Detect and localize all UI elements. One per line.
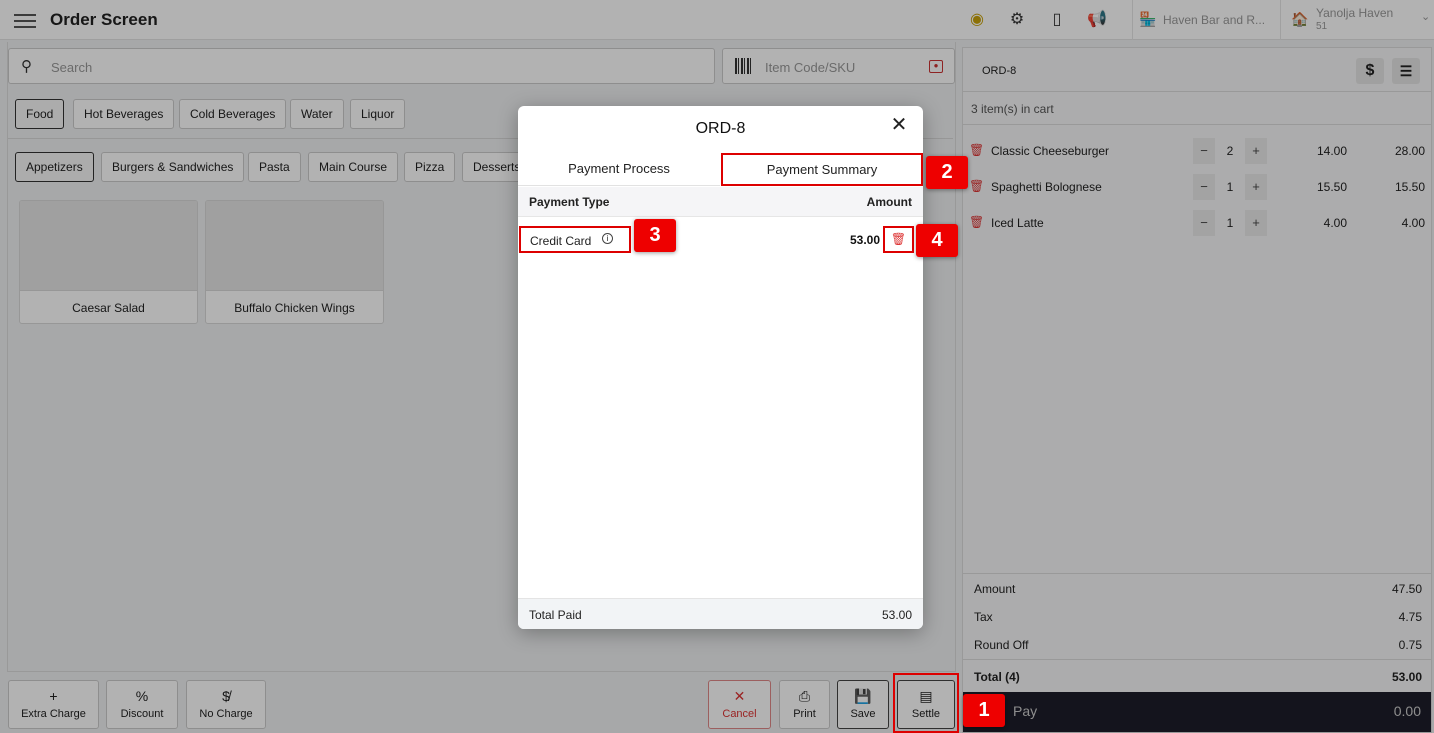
- payment-type-cell: Credit Card i: [519, 226, 631, 253]
- payment-amount: 53.00: [849, 233, 880, 247]
- callout-3: 3: [634, 219, 676, 252]
- payments-table-header: Payment Type Amount: [518, 187, 923, 217]
- column-amount: Amount: [866, 195, 912, 209]
- tab-payment-summary[interactable]: Payment Summary: [721, 153, 923, 186]
- dialog-title: ORD-8: [695, 120, 746, 137]
- delete-payment-button[interactable]: 🗑: [883, 226, 914, 253]
- payment-type-label: Credit Card: [530, 234, 592, 248]
- tab-payment-process[interactable]: Payment Process: [518, 153, 720, 186]
- total-paid-value: 53.00: [881, 608, 912, 622]
- callout-1: 1: [963, 694, 1005, 727]
- total-paid-row: Total Paid 53.00: [518, 598, 923, 629]
- column-payment-type: Payment Type: [529, 195, 610, 209]
- trash-icon: 🗑: [890, 232, 907, 246]
- payment-dialog: ORD-8 ✕ Payment Process Payment Summary …: [518, 106, 923, 629]
- close-icon[interactable]: ✕: [889, 115, 909, 136]
- callout-4: 4: [916, 224, 958, 257]
- total-paid-label: Total Paid: [529, 608, 582, 622]
- info-icon[interactable]: i: [602, 233, 613, 244]
- callout-2: 2: [926, 156, 968, 189]
- settle-highlight: [893, 673, 959, 733]
